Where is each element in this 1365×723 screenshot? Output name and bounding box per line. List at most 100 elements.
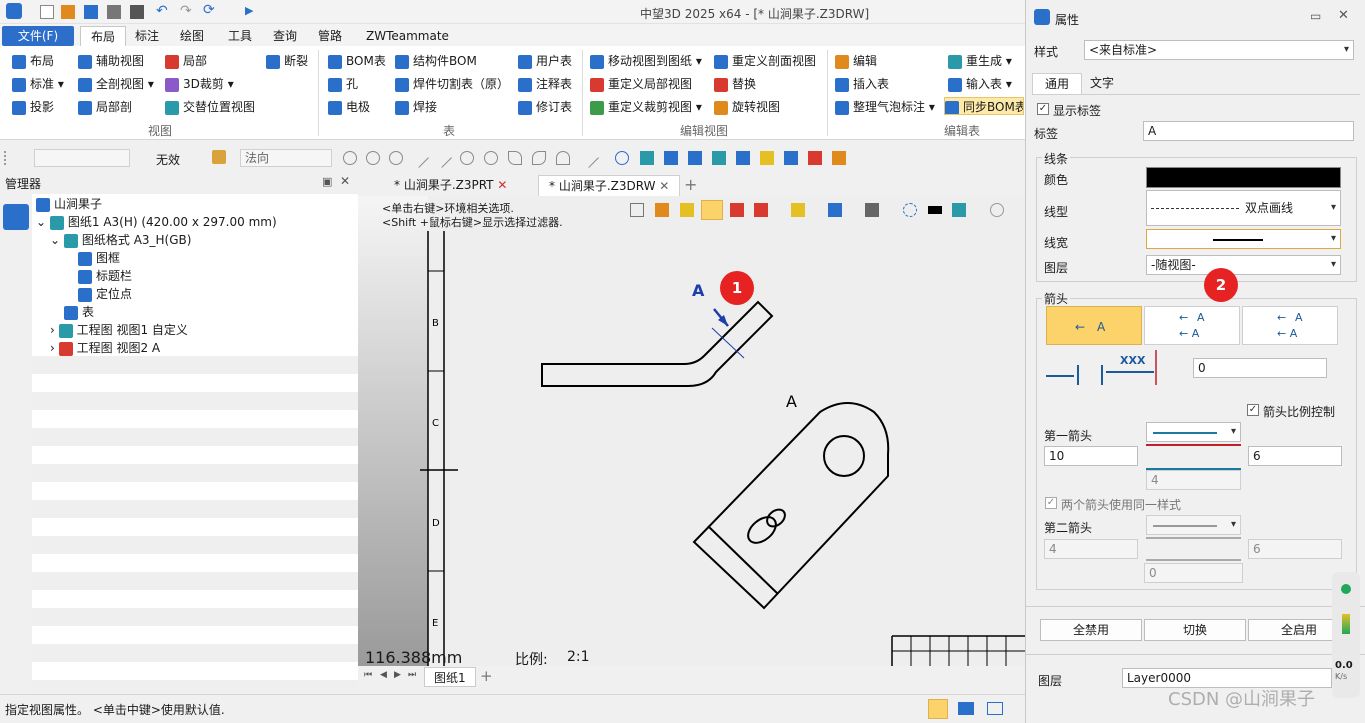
- redefine-crop-button[interactable]: 重定义裁剪视图 ▾: [590, 98, 702, 116]
- tab-general[interactable]: 通用: [1032, 73, 1083, 94]
- regenerate-button[interactable]: 重生成 ▾: [948, 52, 1012, 70]
- sheet-nav-first-icon[interactable]: ⏮: [364, 670, 372, 680]
- second-arrow-select[interactable]: [1146, 515, 1241, 535]
- insert-table-button[interactable]: 插入表: [835, 75, 889, 93]
- arrow-style-3-button[interactable]: ← A ← A: [1242, 306, 1338, 345]
- grid-snap-icon[interactable]: [754, 203, 768, 217]
- display-icon[interactable]: [865, 203, 879, 217]
- first-arrow-mid[interactable]: 4: [1146, 470, 1241, 490]
- arc-icon[interactable]: [556, 151, 570, 165]
- revision-table-button[interactable]: 修订表: [518, 98, 572, 116]
- panel-close-icon[interactable]: ✕: [1338, 8, 1349, 23]
- tree-anchor[interactable]: 定位点: [78, 285, 132, 303]
- tab-tools[interactable]: 工具: [218, 26, 262, 46]
- spline-icon[interactable]: [532, 151, 546, 165]
- move-view-button[interactable]: 移动视图到图纸 ▾: [590, 52, 702, 70]
- curve-icon[interactable]: [508, 151, 522, 165]
- pen-icon[interactable]: [655, 203, 669, 217]
- exit-icon[interactable]: [630, 203, 644, 217]
- select-icon[interactable]: [903, 203, 917, 217]
- arrange-balloon-button[interactable]: 整理气泡标注 ▾: [835, 98, 935, 116]
- mode-label[interactable]: 无效: [156, 151, 180, 168]
- align-icon[interactable]: [712, 151, 726, 165]
- color-swatch[interactable]: [1146, 167, 1341, 188]
- rotate-view-button[interactable]: 旋转视图: [714, 98, 780, 116]
- manager-float-icon[interactable]: ▣: [322, 175, 332, 188]
- tree-view1[interactable]: › 工程图 视图1 自定义: [50, 321, 188, 339]
- dimension-icon[interactable]: [828, 203, 842, 217]
- sheet-tab-1[interactable]: 图纸1: [424, 667, 476, 687]
- tab-annotate[interactable]: 标注: [125, 26, 169, 46]
- offset-input[interactable]: 0: [1193, 358, 1327, 378]
- chevron-down-icon[interactable]: ⌄: [36, 215, 50, 229]
- cube-icon[interactable]: [640, 151, 654, 165]
- run-icon[interactable]: ▶: [245, 4, 253, 17]
- first-arrow-width[interactable]: 6: [1248, 446, 1342, 466]
- show-label-checkbox[interactable]: ✓: [1037, 103, 1049, 115]
- tree-sheet-format[interactable]: ⌄ 图纸格式 A3_H(GB): [50, 231, 191, 249]
- filter-combo[interactable]: [34, 149, 130, 167]
- chevron-right-icon[interactable]: ›: [50, 341, 59, 355]
- layer-select[interactable]: -随视图-: [1146, 255, 1341, 275]
- light-icon[interactable]: [990, 203, 1004, 217]
- arrow-style-1-button[interactable]: ← A: [1046, 306, 1142, 345]
- toggle-button[interactable]: 切换: [1144, 619, 1246, 641]
- assembly-manager-icon[interactable]: [3, 204, 29, 230]
- point-icon[interactable]: [389, 151, 403, 165]
- second-arrow-width[interactable]: 6: [1248, 539, 1342, 559]
- second-arrow-mid[interactable]: 0: [1144, 563, 1243, 583]
- note-table-button[interactable]: 注释表: [518, 75, 572, 93]
- pick-icon[interactable]: [212, 150, 226, 164]
- chevron-down-icon[interactable]: ⌄: [50, 233, 64, 247]
- redo-icon[interactable]: ↷: [180, 3, 192, 19]
- redefine-section-button[interactable]: 重定义剖面视图: [714, 52, 816, 70]
- zoom-icon[interactable]: [791, 203, 805, 217]
- standard-view-button[interactable]: 标准 ▾: [12, 75, 64, 93]
- user-table-button[interactable]: 用户表: [518, 52, 572, 70]
- stack-icon[interactable]: [736, 151, 750, 165]
- alternate-view-button[interactable]: 交替位置视图: [165, 98, 255, 116]
- direction-combo[interactable]: 法向: [240, 149, 332, 167]
- struct-bom-button[interactable]: 结构件BOM: [395, 52, 477, 70]
- close-icon[interactable]: ✕: [497, 178, 507, 192]
- aux-view-button[interactable]: 辅助视图: [78, 52, 144, 70]
- status-toggle-icon[interactable]: [928, 699, 948, 719]
- tree-root[interactable]: 山涧果子: [36, 195, 102, 213]
- tag-input[interactable]: A: [1143, 121, 1354, 141]
- electrode-table-button[interactable]: 电极: [328, 98, 370, 116]
- break-view-button[interactable]: 断裂: [266, 52, 308, 70]
- tab-zwteammate[interactable]: ZWTeammate: [356, 26, 459, 46]
- projection-button[interactable]: 投影: [12, 98, 54, 116]
- monitor-icon[interactable]: [958, 702, 974, 715]
- snap-icon[interactable]: [343, 151, 357, 165]
- hole-table-button[interactable]: 孔: [328, 75, 358, 93]
- undo-icon[interactable]: ↶: [156, 3, 168, 19]
- eraser-icon[interactable]: [680, 203, 694, 217]
- export-icon[interactable]: [130, 5, 144, 19]
- same-style-checkbox[interactable]: ✓: [1045, 497, 1057, 509]
- sheet-nav-last-icon[interactable]: ⏭: [408, 670, 416, 680]
- filter-active-icon[interactable]: [701, 200, 723, 220]
- close-icon[interactable]: ✕: [659, 179, 669, 193]
- disable-all-button[interactable]: 全禁用: [1040, 619, 1142, 641]
- bom-table-button[interactable]: BOM表: [328, 52, 386, 70]
- layer-icon[interactable]: [952, 203, 966, 217]
- weld-table-button[interactable]: 焊接: [395, 98, 437, 116]
- tree-titleblock[interactable]: 标题栏: [78, 267, 132, 285]
- circle-center-icon[interactable]: [460, 151, 474, 165]
- tree-view2[interactable]: › 工程图 视图2 A: [50, 339, 160, 357]
- grid-icon[interactable]: [808, 151, 822, 165]
- weld-cut-table-button[interactable]: 焊件切割表（原）: [395, 75, 509, 93]
- manager-close-icon[interactable]: ✕: [340, 174, 350, 188]
- wand-icon[interactable]: [730, 203, 744, 217]
- circle-icon[interactable]: [484, 151, 498, 165]
- edit-table-button[interactable]: 编辑: [835, 52, 877, 70]
- second-arrow-length[interactable]: 4: [1044, 539, 1138, 559]
- doc-tab-part[interactable]: * 山涧果子.Z3PRT ✕: [384, 175, 517, 196]
- detail-view-button[interactable]: 局部: [165, 52, 207, 70]
- menu-file[interactable]: 文件(F): [2, 26, 74, 46]
- linetype-select[interactable]: 双点画线: [1146, 190, 1341, 226]
- tab-draw[interactable]: 绘图: [170, 26, 214, 46]
- view-refresh-icon[interactable]: [615, 151, 629, 165]
- layout-button[interactable]: 布局: [12, 52, 54, 70]
